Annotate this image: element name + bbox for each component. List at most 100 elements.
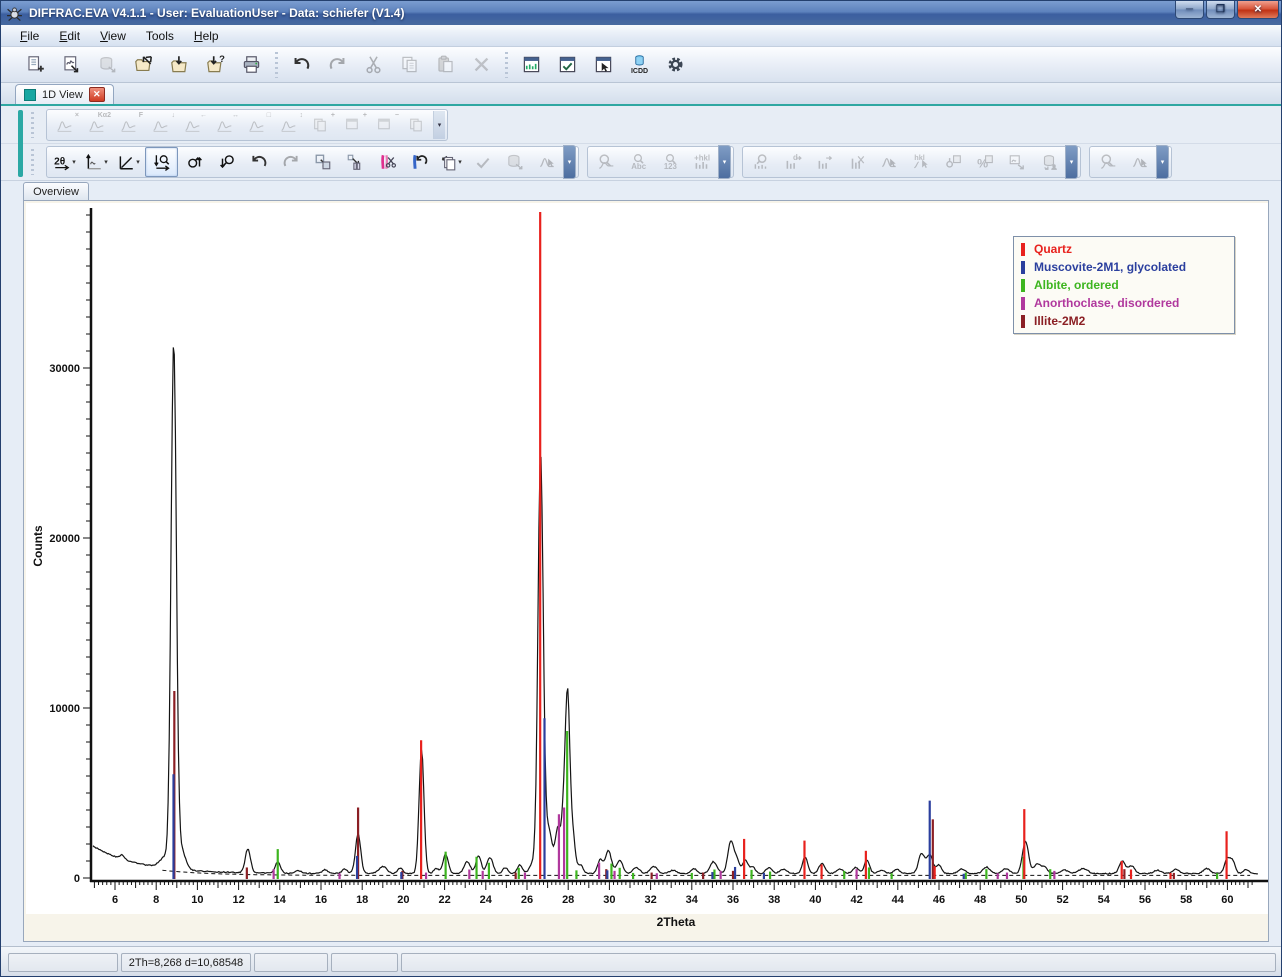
legend-item-albite[interactable]: Albite, ordered [1021,278,1228,292]
tab-1d-view-label: 1D View [42,89,83,101]
search-text-button: Abc [622,148,653,176]
svg-text:40: 40 [809,894,821,906]
pattern-cursor-button [531,148,562,176]
tab-close-icon[interactable]: ✕ [89,87,105,102]
toolbar-grip [29,112,36,138]
merge-views-button [401,111,432,139]
svg-text:Abc: Abc [631,162,646,171]
svg-text:52: 52 [1056,894,1068,906]
export-to-database-button [91,49,124,80]
menu-tools[interactable]: Tools [137,27,183,45]
view-undo-button[interactable] [243,148,274,176]
open-from-folder-button[interactable] [127,49,160,80]
legend-color-bar [1021,297,1025,310]
undo-button[interactable] [285,49,318,80]
menu-edit[interactable]: Edit [50,27,89,45]
legend-phase-label: Muscovite-2M1, glycolated [1034,260,1186,274]
svg-text:10: 10 [191,894,203,906]
export-pattern-button [1001,148,1032,176]
title-bar[interactable]: DIFFRAC.EVA V4.1.1 - User: EvaluationUse… [1,1,1282,25]
save-as-button[interactable]: ? [199,49,232,80]
new-document-button[interactable] [19,49,52,80]
pattern-tool-group-more-button[interactable]: ▾ [1065,145,1078,179]
toolbar-separator [273,52,280,78]
legend-item-illite-2m2[interactable]: Illite-2M2 [1021,314,1228,328]
toggle-cursor-panel-button[interactable] [587,49,620,80]
save-to-folder-button[interactable] [163,49,196,80]
legend-color-bar [1021,243,1025,256]
zoom-mode-button[interactable] [145,147,178,177]
menu-view[interactable]: View [91,27,135,45]
svg-text:+hkl: +hkl [694,153,710,162]
copy-view-button[interactable] [307,148,338,176]
phase-legend: Quartz Muscovite-2M1, glycolated Albite, o… [1013,236,1235,334]
display-tool-group-more-button[interactable]: ▾ [563,145,576,179]
copy-columns-button[interactable] [339,148,370,176]
menu-bar: FileEditViewToolsHelp [1,25,1282,47]
chart-panel: 6810121416182022242628303234363840424446… [23,200,1269,942]
svg-text:26: 26 [521,894,533,906]
restore-pattern-button[interactable] [403,148,434,176]
toggle-data-tree-panel-button[interactable] [515,49,548,80]
import-scan-button[interactable] [55,49,88,80]
svg-text:20000: 20000 [49,533,80,545]
svg-text:48: 48 [974,894,986,906]
settings-button[interactable] [659,49,692,80]
scale-y-button: ↕ [273,111,304,139]
legend-item-muscovite-2m1[interactable]: Muscovite-2M1, glycolated [1021,260,1228,274]
shift-scan-button: ← [177,111,208,139]
select-pattern-button [873,148,904,176]
y-axis-scale-dropdown[interactable]: ▾ [81,148,112,176]
menu-file[interactable]: File [11,27,48,45]
svg-text:30: 30 [603,894,615,906]
structure-tool-group-more-button[interactable]: ▾ [1156,145,1169,179]
status-empty-3 [331,953,398,972]
cut-pattern-button[interactable] [371,148,402,176]
icdd-database-button[interactable]: ICDD [623,49,656,80]
zoom-out-button[interactable] [211,148,242,176]
svg-text:22: 22 [438,894,450,906]
svg-text:28: 28 [562,894,574,906]
structure-cursor-button [1124,148,1155,176]
svg-text:123: 123 [663,162,677,171]
search-tool-group-more-button[interactable]: ▾ [718,145,731,179]
legend-item-quartz[interactable]: Quartz [1021,242,1228,256]
status-empty-1 [8,953,118,972]
scan-toolbar: ×Kα2F↓←↔□↕++−▾ [1,106,1282,144]
legend-item-anorthoclase[interactable]: Anorthoclase, disordered [1021,296,1228,310]
svg-text:30000: 30000 [49,363,80,375]
legend-phase-label: Illite-2M2 [1034,314,1085,328]
svg-text:32: 32 [644,894,656,906]
legend-phase-label: Anorthoclase, disordered [1034,296,1179,310]
print-button[interactable] [235,49,268,80]
application-window: DIFFRAC.EVA V4.1.1 - User: EvaluationUse… [0,0,1282,977]
minimize-button[interactable]: ─ [1175,1,1204,19]
status-empty-2 [254,953,328,972]
zoom-in-button[interactable] [179,148,210,176]
view-redo-button [275,148,306,176]
svg-text:42: 42 [850,894,862,906]
close-button[interactable]: ✕ [1237,1,1279,19]
tab-overview[interactable]: Overview [23,182,89,201]
app-logo-icon [6,5,23,22]
restore-button[interactable]: ❐ [1206,1,1235,19]
svg-text:20: 20 [397,894,409,906]
toggle-property-panel-button[interactable] [551,49,584,80]
pattern-search-button [745,148,776,176]
tab-1d-view[interactable]: 1D View ✕ [15,84,114,104]
display-tool-group: 2θ▾▾▾▾▾ [46,146,579,178]
linear-scale-dropdown[interactable]: ▾ [113,148,144,176]
x-axis-2theta-dropdown[interactable]: 2θ▾ [49,148,80,176]
pattern-tool-group: dhkl%▾ [742,146,1081,178]
menu-help[interactable]: Help [185,27,228,45]
scan-toolbar-more-button[interactable]: ▾ [433,111,445,139]
validate-button [467,148,498,176]
svg-text:38: 38 [768,894,780,906]
svg-text:d: d [793,153,798,162]
svg-text:18: 18 [356,894,368,906]
insert-hkl-button: +hkl [686,148,717,176]
copy-document-dropdown[interactable]: ▾ [435,148,466,176]
tab-overview-label: Overview [33,186,79,198]
legend-color-bar [1021,279,1025,292]
scan-tool-group: ×Kα2F↓←↔□↕++−▾ [46,109,448,141]
